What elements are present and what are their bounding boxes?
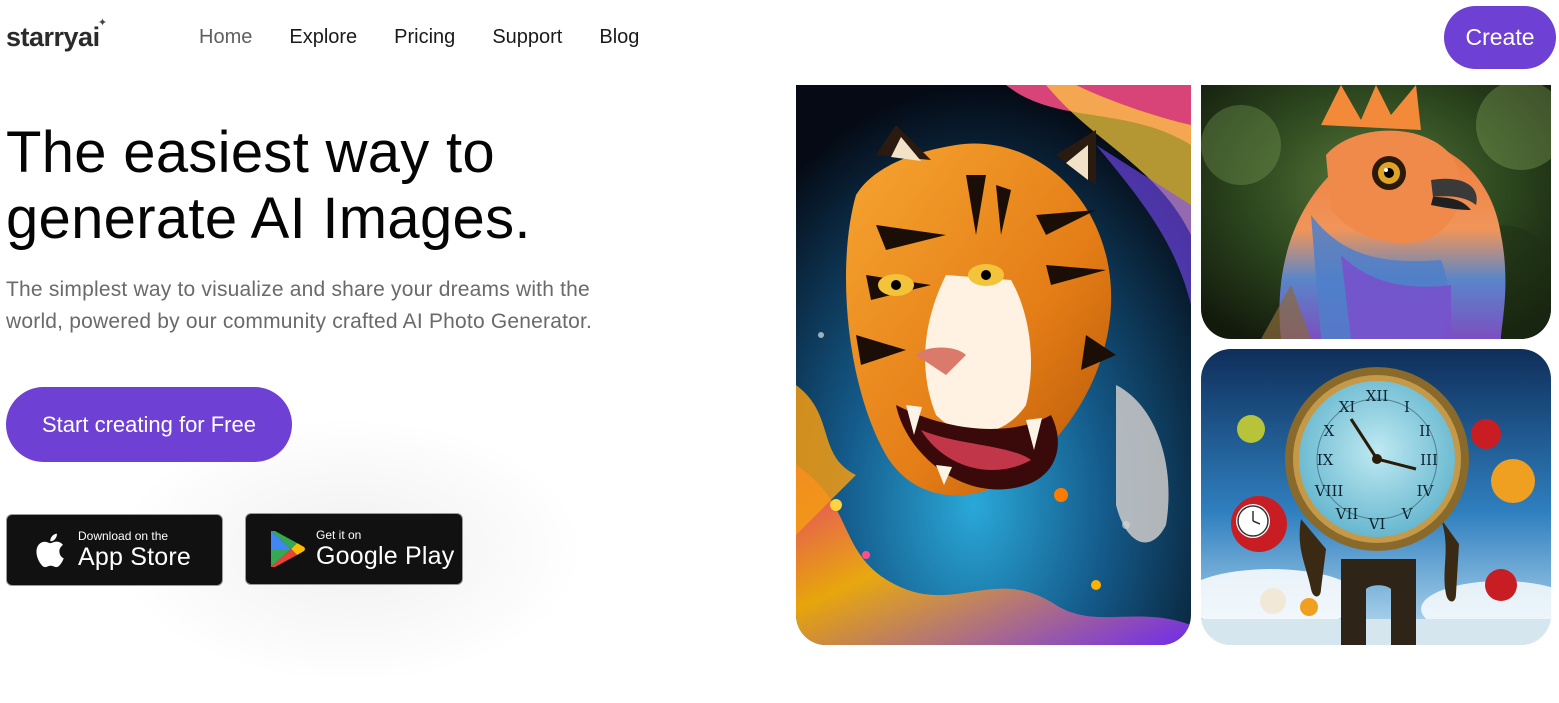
svg-text:VIII: VIII [1314, 482, 1344, 500]
logo[interactable]: starryai ✦ [6, 17, 107, 53]
svg-text:V: V [1401, 505, 1414, 523]
svg-text:VI: VI [1368, 515, 1386, 533]
nav-explore[interactable]: Explore [289, 26, 357, 49]
logo-text: starryai [6, 22, 100, 52]
app-store-badge[interactable]: Download on the App Store [6, 514, 223, 586]
svg-text:XI: XI [1339, 398, 1356, 416]
subtext-line-1: The simplest way to visualize and share … [6, 278, 590, 301]
svg-text:IV: IV [1417, 482, 1435, 500]
svg-text:II: II [1419, 422, 1431, 440]
landing-page: starryai ✦ Home Explore Pricing Support … [0, 0, 1559, 703]
start-creating-button[interactable]: Start creating for Free [6, 387, 292, 462]
main-nav: Home Explore Pricing Support Blog [199, 26, 639, 49]
svg-text:VII: VII [1335, 505, 1359, 523]
hero-headline: The easiest way to generate AI Images. [6, 120, 726, 252]
google-play-small-text: Get it on [316, 528, 362, 542]
svg-text:I: I [1404, 398, 1410, 416]
sparkle-icon: ✦ [97, 17, 107, 29]
nav-home[interactable]: Home [199, 26, 252, 49]
nav-support[interactable]: Support [492, 26, 562, 49]
subtext-line-2: world, powered by our community crafted … [6, 310, 593, 333]
app-store-small-text: Download on the [78, 529, 169, 543]
bird-artwork[interactable] [1201, 85, 1551, 339]
svg-text:IX: IX [1317, 451, 1334, 469]
nav-blog[interactable]: Blog [599, 26, 639, 49]
google-play-big-text: Google Play [316, 542, 455, 570]
tiger-artwork[interactable] [796, 85, 1191, 645]
svg-text:III: III [1420, 451, 1438, 469]
app-store-big-text: App Store [78, 543, 191, 571]
google-play-icon [271, 531, 305, 567]
hero-subtext: The simplest way to visualize and share … [6, 274, 696, 338]
apple-icon [36, 533, 64, 568]
headline-line-2: generate AI Images. [6, 186, 531, 251]
nav-pricing[interactable]: Pricing [394, 26, 455, 49]
svg-text:X: X [1324, 422, 1335, 440]
headline-line-1: The easiest way to [6, 120, 495, 185]
svg-text:XII: XII [1366, 387, 1389, 405]
create-button[interactable]: Create [1444, 6, 1556, 69]
google-play-badge[interactable]: Get it on Google Play [245, 513, 463, 585]
melting-clock-artwork[interactable]: XII III VI IX I II IV V VII VIII X XI [1201, 349, 1551, 645]
